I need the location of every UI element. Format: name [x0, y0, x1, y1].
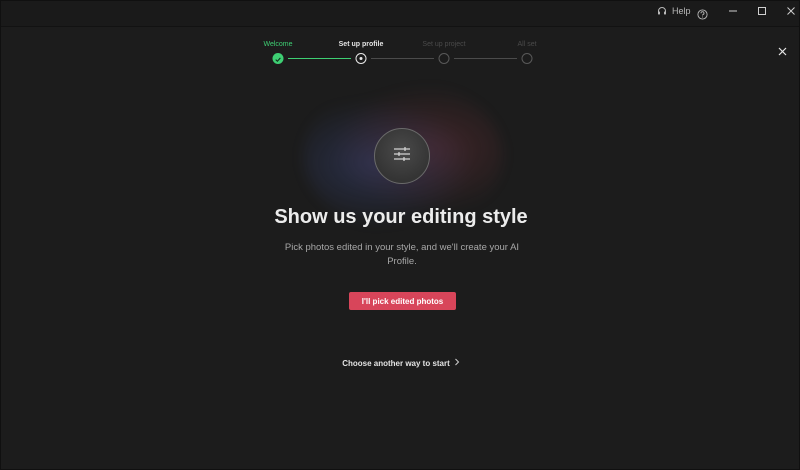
page-description: Pick photos edited in your style, and we…	[284, 242, 520, 267]
page-title: Show us your editing style	[274, 206, 528, 228]
chevron-right-icon	[454, 358, 460, 368]
close-icon	[778, 43, 787, 61]
step-connector-done	[288, 58, 351, 59]
choose-another-way-link[interactable]: Choose another way to start	[1, 358, 800, 368]
check-icon	[275, 50, 282, 68]
help-label: Help	[672, 6, 691, 16]
maximize-button[interactable]	[747, 1, 777, 23]
step-connector	[454, 58, 517, 59]
question-circle-icon[interactable]	[697, 7, 708, 25]
title-bar: Help	[1, 1, 799, 27]
close-onboarding-button[interactable]	[775, 45, 789, 59]
choose-another-way-label: Choose another way to start	[342, 358, 450, 368]
step-label-welcome: Welcome	[263, 41, 293, 48]
minimize-button[interactable]	[718, 1, 748, 23]
sliders-icon	[392, 146, 412, 167]
step-label-all-set: All set	[517, 41, 537, 48]
step-dot-welcome	[272, 53, 284, 64]
app-window: Help Welcome Set up profile Set up proje…	[0, 0, 800, 470]
step-dot-all-set	[521, 53, 533, 64]
step-dot-set-up-profile	[355, 53, 367, 64]
minimize-icon	[728, 3, 738, 21]
step-dot-set-up-project	[438, 53, 450, 64]
headset-icon	[657, 6, 667, 16]
step-connector	[371, 58, 434, 59]
help-button[interactable]: Help	[657, 6, 691, 16]
maximize-icon	[757, 3, 767, 21]
onboarding-stepper: Welcome Set up profile Set up project Al…	[1, 41, 800, 71]
close-icon	[786, 3, 796, 21]
step-label-set-up-project: Set up project	[422, 41, 466, 48]
step-label-set-up-profile: Set up profile	[338, 41, 384, 48]
window-close-button[interactable]	[776, 1, 800, 23]
pick-edited-photos-button[interactable]: I'll pick edited photos	[349, 292, 456, 310]
editing-style-badge	[374, 128, 430, 184]
